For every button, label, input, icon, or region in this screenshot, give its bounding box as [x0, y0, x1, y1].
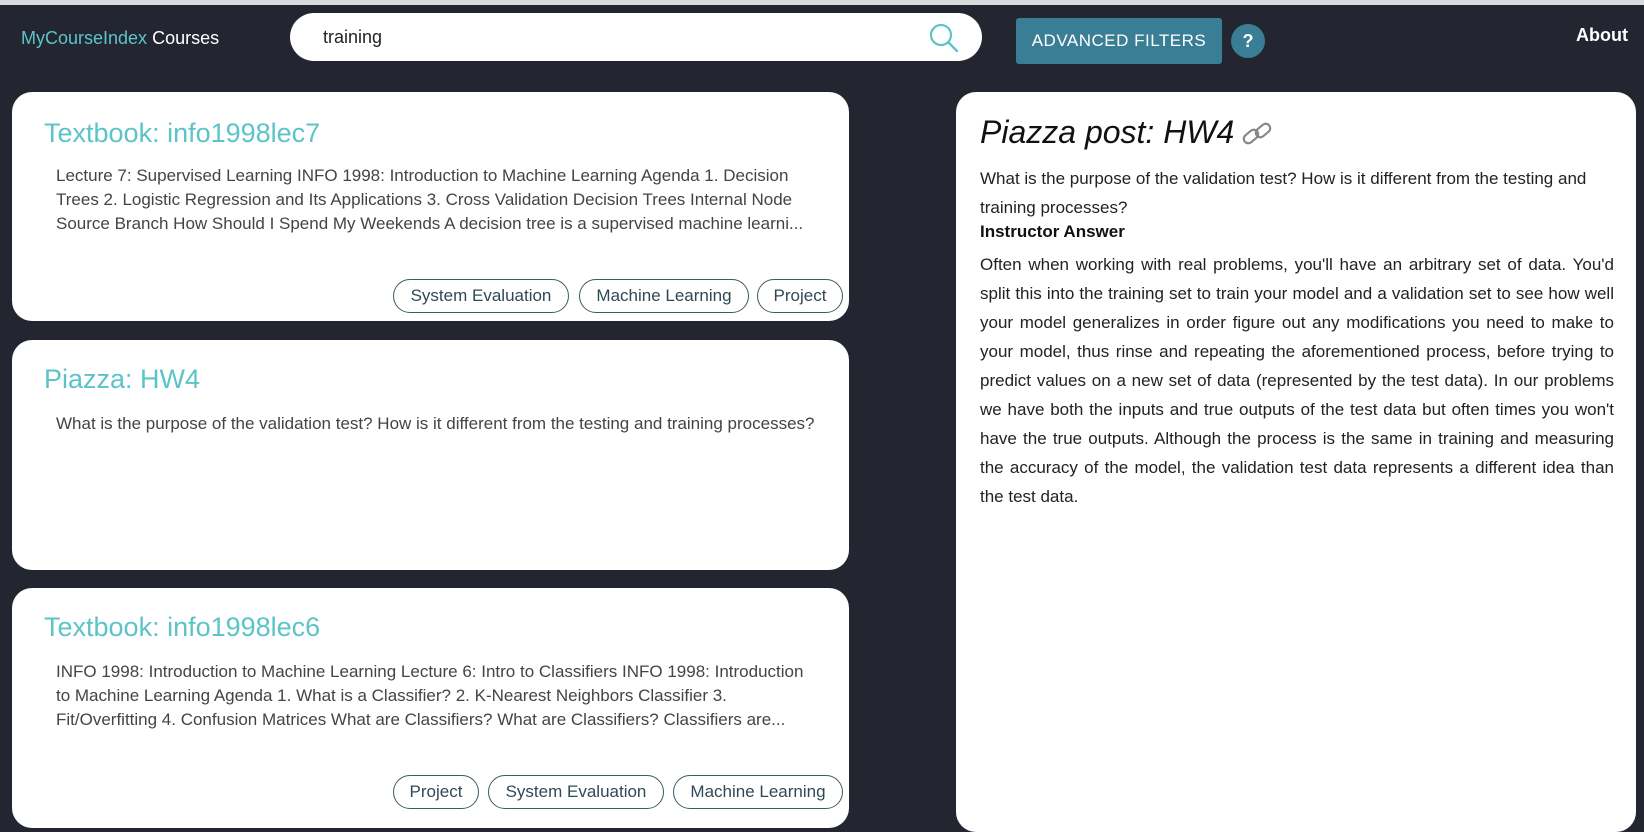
search-icon[interactable]	[928, 22, 960, 54]
detail-question: What is the purpose of the validation te…	[980, 169, 1587, 217]
window-top-strip	[0, 0, 1644, 5]
result-snippet: Lecture 7: Supervised Learning INFO 1998…	[56, 166, 804, 233]
help-button[interactable]: ?	[1231, 24, 1265, 58]
advanced-filters-button[interactable]: ADVANCED FILTERS	[1016, 18, 1222, 64]
brand-name: MyCourseIndex	[21, 28, 148, 48]
detail-title-text: Piazza post: HW4	[980, 114, 1235, 150]
brand-suffix: Courses	[147, 28, 220, 48]
tag-system-evaluation[interactable]: System Evaluation	[488, 775, 664, 809]
tag-project[interactable]: Project	[393, 775, 479, 809]
tag-machine-learning[interactable]: Machine Learning	[673, 775, 843, 809]
link-icon[interactable]	[1240, 120, 1276, 150]
instructor-answer-label: Instructor Answer	[980, 222, 1125, 241]
result-snippet: What is the purpose of the validation te…	[56, 414, 815, 433]
result-snippet: INFO 1998: Introduction to Machine Learn…	[56, 662, 804, 729]
search-input[interactable]: training	[323, 27, 382, 48]
instructor-answer-text: Often when working with real problems, y…	[980, 255, 1614, 506]
tag-system-evaluation[interactable]: System Evaluation	[393, 279, 569, 313]
detail-panel: Piazza post: HW4 What is the purpose of …	[956, 92, 1636, 832]
tag-machine-learning[interactable]: Machine Learning	[579, 279, 749, 313]
tag-project[interactable]: Project	[757, 279, 843, 313]
result-title[interactable]: Textbook: info1998lec6	[44, 612, 320, 643]
detail-title: Piazza post: HW4	[980, 114, 1276, 151]
result-card[interactable]: Textbook: info1998lec7 Lecture 7: Superv…	[12, 92, 849, 321]
result-title[interactable]: Piazza: HW4	[44, 364, 200, 395]
result-title[interactable]: Textbook: info1998lec7	[44, 118, 320, 149]
search-bar[interactable]: training	[290, 13, 982, 61]
result-card[interactable]: Piazza: HW4 What is the purpose of the v…	[12, 340, 849, 570]
result-card[interactable]: Textbook: info1998lec6 INFO 1998: Introd…	[12, 588, 849, 828]
about-link[interactable]: About	[1576, 25, 1628, 46]
brand-logo[interactable]: MyCourseIndex Courses	[21, 28, 219, 49]
